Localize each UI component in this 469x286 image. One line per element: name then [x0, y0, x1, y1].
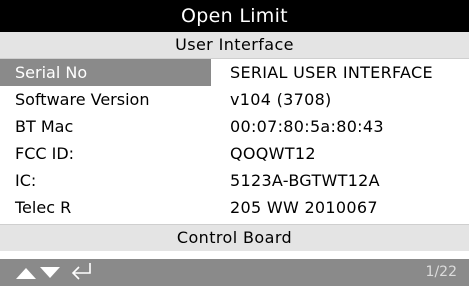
section-header-control-board[interactable]: Control Board	[0, 224, 469, 251]
list-item-software-version[interactable]: Software Version v104 (3708)	[0, 86, 469, 113]
row-value: v104 (3708)	[230, 90, 332, 109]
arrow-up-icon[interactable]	[16, 264, 36, 283]
navigation-bar: 1/22	[0, 259, 469, 286]
row-value: 205 WW 2010067	[230, 198, 378, 217]
device-screen: Open Limit User Interface Serial No SERI…	[0, 0, 469, 286]
list-item-serial-no[interactable]: Serial No SERIAL USER INTERFACE	[0, 59, 469, 86]
row-label: Software Version	[15, 90, 150, 109]
blank-row	[0, 251, 469, 259]
arrow-down-icon[interactable]	[40, 264, 60, 283]
row-value: 5123A-BGTWT12A	[230, 171, 380, 190]
row-label: Telec R	[15, 198, 72, 217]
row-label: Serial No	[0, 59, 211, 86]
list-item-bt-mac[interactable]: BT Mac 00:07:80:5a:80:43	[0, 113, 469, 140]
list-item-fcc-id[interactable]: FCC ID: QOQWT12	[0, 140, 469, 167]
row-value: 00:07:80:5a:80:43	[230, 117, 384, 136]
row-value: QOQWT12	[230, 144, 316, 163]
row-label: FCC ID:	[15, 144, 75, 163]
page-title: Open Limit	[0, 0, 469, 32]
section-header-user-interface: User Interface	[0, 32, 469, 59]
nav-icons	[16, 263, 96, 283]
row-label: IC:	[15, 171, 37, 190]
list-item-telec-r[interactable]: Telec R 205 WW 2010067	[0, 194, 469, 221]
page-indicator: 1/22	[425, 264, 457, 280]
enter-icon[interactable]	[70, 261, 92, 285]
settings-list: Serial No SERIAL USER INTERFACE Software…	[0, 59, 469, 221]
row-value: SERIAL USER INTERFACE	[230, 63, 433, 82]
row-label: BT Mac	[15, 117, 74, 136]
list-item-ic[interactable]: IC: 5123A-BGTWT12A	[0, 167, 469, 194]
